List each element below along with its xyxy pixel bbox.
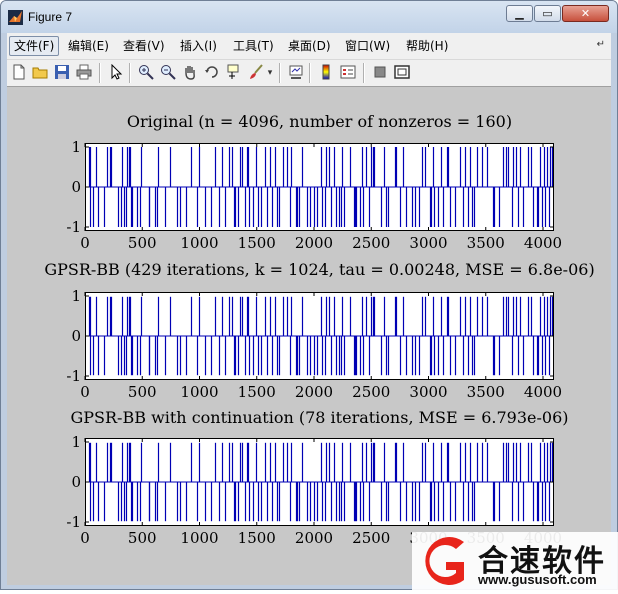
link-plot-icon[interactable] xyxy=(287,64,305,82)
menu-tools[interactable]: 工具(T) xyxy=(229,36,278,56)
y-tick-label: 0 xyxy=(71,473,81,491)
toolbar-separator xyxy=(99,63,101,83)
x-tick-label: 2000 xyxy=(295,383,333,401)
colorbar-icon[interactable] xyxy=(317,64,335,82)
menu-edit[interactable]: 编辑(E) xyxy=(64,36,113,56)
figure-client-area: 文件(F) 编辑(E) 查看(V) 插入(I) 工具(T) 桌面(D) 窗口(W… xyxy=(7,33,611,585)
figure-plots: Original (n = 4096, number of nonzeros =… xyxy=(44,112,594,547)
x-tick-label: 3500 xyxy=(467,234,505,252)
x-tick-label: 4000 xyxy=(524,383,562,401)
y-tick-label: -1 xyxy=(66,367,81,385)
menu-desktop[interactable]: 桌面(D) xyxy=(284,36,335,56)
y-tick-label: 1 xyxy=(71,287,81,305)
pan-icon[interactable] xyxy=(181,64,199,82)
x-tick-label: 2500 xyxy=(352,529,390,547)
x-tick-label: 1500 xyxy=(238,529,276,547)
menu-bar: 文件(F) 编辑(E) 查看(V) 插入(I) 工具(T) 桌面(D) 窗口(W… xyxy=(7,33,611,60)
toolbar-separator xyxy=(129,63,131,83)
zoom-in-icon[interactable] xyxy=(137,64,155,82)
subplot-2: GPSR-BB (429 iterations, k = 1024, tau =… xyxy=(44,260,594,401)
menu-view[interactable]: 查看(V) xyxy=(119,36,169,56)
x-tick-label: 3000 xyxy=(409,234,447,252)
close-button[interactable]: ✕ xyxy=(562,5,609,22)
figure-window: Figure 7 ▁ ▭ ✕ 文件(F) 编辑(E) 查看(V) 插入(I) 工… xyxy=(0,0,618,590)
edit-plot-icon[interactable] xyxy=(107,63,125,82)
menubar-chevron-icon[interactable]: ↵ xyxy=(597,39,605,50)
toolbar-separator xyxy=(363,63,365,83)
new-figure-icon[interactable] xyxy=(10,64,28,82)
watermark: 合速软件 www.gususoft.com xyxy=(412,532,618,590)
print-icon[interactable] xyxy=(75,64,93,82)
x-tick-label: 500 xyxy=(128,234,157,252)
menu-insert[interactable]: 插入(I) xyxy=(176,36,221,56)
x-tick-label: 500 xyxy=(128,383,157,401)
y-tick-label: -1 xyxy=(66,513,81,531)
x-tick-label: 3500 xyxy=(467,383,505,401)
toolbar-separator xyxy=(309,63,311,83)
x-tick-label: 1000 xyxy=(180,383,218,401)
maximize-button[interactable]: ▭ xyxy=(534,5,561,22)
x-tick-label: 0 xyxy=(80,234,90,252)
x-tick-label: 2000 xyxy=(295,529,333,547)
x-tick-label: 2500 xyxy=(352,234,390,252)
x-tick-label: 1500 xyxy=(238,383,276,401)
y-tick-label: 0 xyxy=(71,327,81,345)
x-tick-label: 3000 xyxy=(409,383,447,401)
figure-toolbar: ▾ xyxy=(7,60,611,87)
x-tick-label: 0 xyxy=(80,383,90,401)
watermark-url: www.gususoft.com xyxy=(478,572,597,587)
title-bar[interactable]: Figure 7 ▁ ▭ ✕ xyxy=(1,1,617,33)
subplot-1: Original (n = 4096, number of nonzeros =… xyxy=(66,112,562,252)
figure-canvas: Original (n = 4096, number of nonzeros =… xyxy=(7,87,611,585)
y-tick-label: -1 xyxy=(66,218,81,236)
x-tick-label: 2500 xyxy=(352,383,390,401)
y-tick-label: 0 xyxy=(71,178,81,196)
x-tick-label: 4000 xyxy=(524,234,562,252)
save-icon[interactable] xyxy=(53,64,71,82)
menu-help[interactable]: 帮助(H) xyxy=(402,36,452,56)
legend-icon[interactable] xyxy=(339,64,357,82)
minimize-button[interactable]: ▁ xyxy=(506,5,533,22)
subplot-title: GPSR-BB (429 iterations, k = 1024, tau =… xyxy=(44,260,594,279)
menu-file[interactable]: 文件(F) xyxy=(9,36,60,56)
menu-window[interactable]: 窗口(W) xyxy=(341,36,394,56)
show-plot-tools-icon[interactable] xyxy=(393,64,411,82)
zoom-out-icon[interactable] xyxy=(159,64,177,82)
x-tick-label: 2000 xyxy=(295,234,333,252)
open-file-icon[interactable] xyxy=(31,64,49,82)
x-tick-label: 1500 xyxy=(238,234,276,252)
brush-icon[interactable] xyxy=(247,64,265,82)
rotate-3d-icon[interactable] xyxy=(203,64,221,82)
toolbar-separator xyxy=(279,63,281,83)
x-tick-label: 500 xyxy=(128,529,157,547)
x-tick-label: 1000 xyxy=(180,529,218,547)
hide-plot-tools-icon[interactable] xyxy=(371,64,389,82)
subplot-title: GPSR-BB with continuation (78 iterations… xyxy=(71,408,569,427)
x-tick-label: 1000 xyxy=(180,234,218,252)
data-cursor-icon[interactable] xyxy=(225,64,243,82)
subplot-title: Original (n = 4096, number of nonzeros =… xyxy=(127,112,512,131)
y-tick-label: 1 xyxy=(71,138,81,156)
y-tick-label: 1 xyxy=(71,433,81,451)
x-tick-label: 0 xyxy=(80,529,90,547)
matlab-app-icon xyxy=(8,10,23,25)
subplot-3: GPSR-BB with continuation (78 iterations… xyxy=(66,408,568,547)
window-title: Figure 7 xyxy=(28,10,73,24)
brush-dropdown-icon[interactable]: ▾ xyxy=(265,64,275,82)
